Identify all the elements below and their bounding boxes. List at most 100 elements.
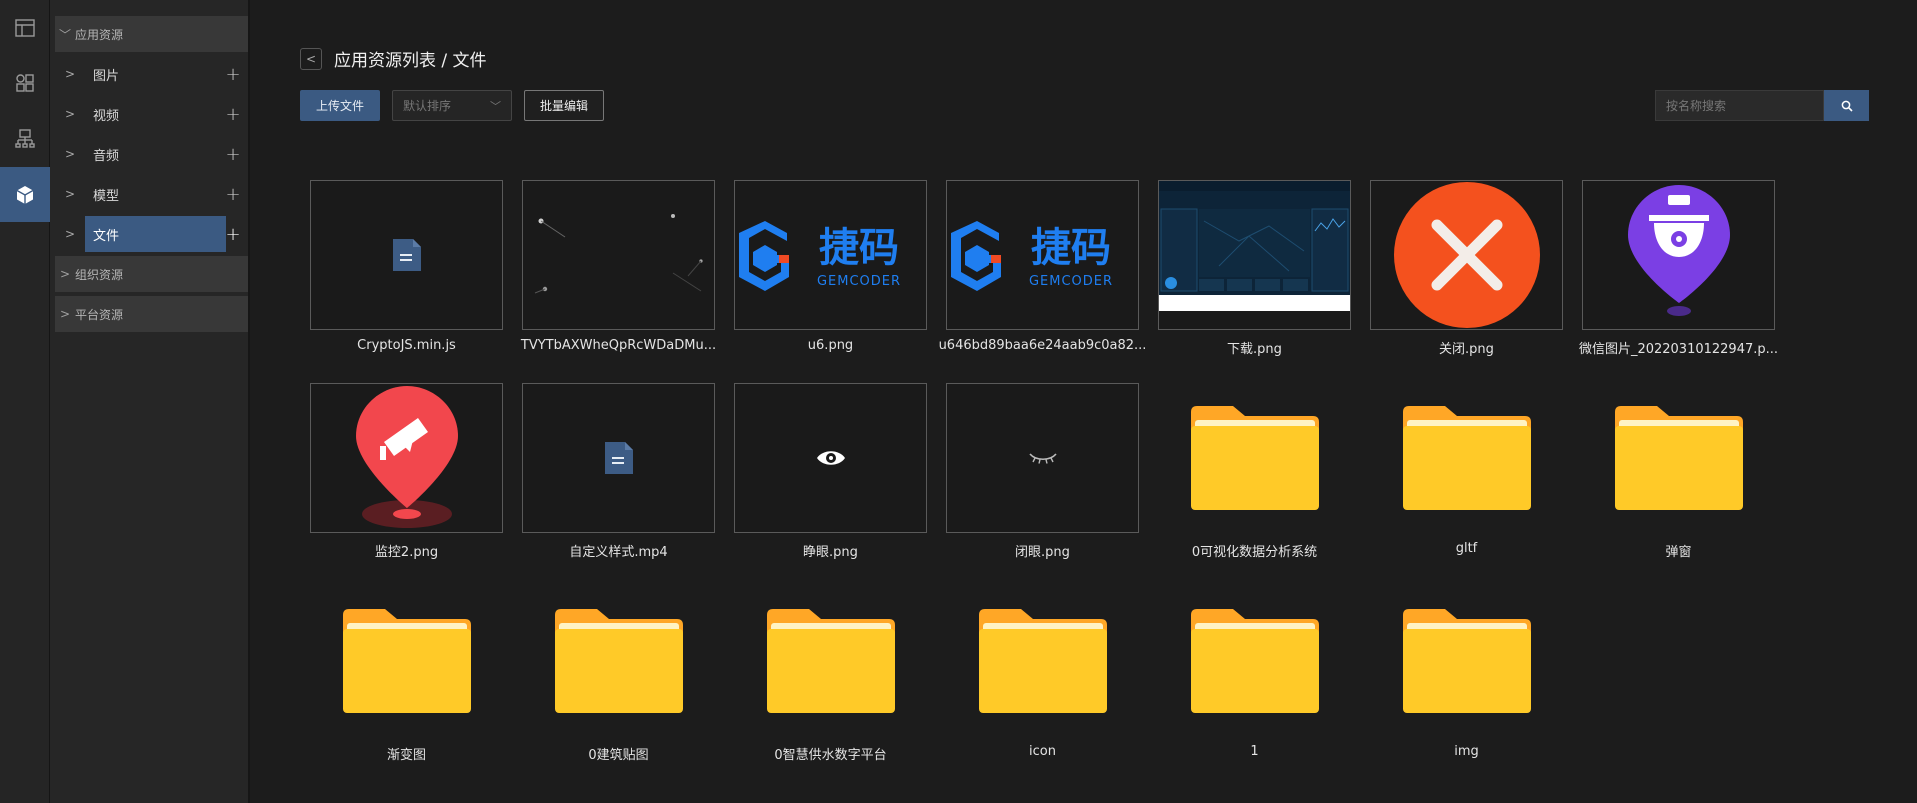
tree-item-label: 视频 <box>93 108 120 124</box>
tree-item-label: 文件 <box>93 228 120 244</box>
folder-thumbnail[interactable] <box>1158 586 1351 736</box>
tree-item-files[interactable]: > 文件 + <box>55 216 248 252</box>
folder-thumbnail[interactable] <box>522 586 715 736</box>
eye-open-icon <box>816 451 845 465</box>
tree-item-videos[interactable]: > 视频 + <box>55 96 248 132</box>
search-button[interactable] <box>1824 90 1869 121</box>
folder-icon <box>1190 406 1319 510</box>
folder-name: img <box>1454 744 1479 759</box>
tree-item-images[interactable]: > 图片 + <box>55 56 248 92</box>
file-name: 监控2.png <box>374 545 439 560</box>
add-icon[interactable]: + <box>218 104 248 125</box>
file-name: 闭眼.png <box>1015 545 1070 560</box>
file-name: 微信图片_20220310122947.p... <box>1578 342 1779 357</box>
folder-name: 渐变图 <box>386 748 426 763</box>
icon-rail <box>0 0 50 803</box>
file-name: u646bd89baa6e24aab9c0a82... <box>938 338 1147 353</box>
tree-group-org-resources[interactable]: > 组织资源 <box>55 256 248 292</box>
chevron-down-icon: ﹀ <box>58 27 71 42</box>
layout-icon[interactable] <box>0 0 50 55</box>
particles-image <box>534 214 703 294</box>
file-name: 下载.png <box>1227 342 1282 357</box>
folder-icon <box>554 609 683 713</box>
add-icon[interactable]: + <box>218 184 248 205</box>
folder-thumbnail[interactable] <box>1370 383 1563 533</box>
file-thumbnail[interactable] <box>1158 180 1351 330</box>
file-thumbnail[interactable] <box>522 180 715 330</box>
resource-tree: ﹀ 应用资源 > 图片 + > 视频 + > 音频 + > 模型 + > 文件 … <box>50 0 250 803</box>
tree-item-models[interactable]: > 模型 + <box>55 176 248 212</box>
folder-thumbnail[interactable] <box>1158 383 1351 533</box>
chevron-right-icon: > <box>65 227 76 241</box>
file-thumbnail[interactable] <box>522 383 715 533</box>
monitor-pin-icon <box>355 386 458 528</box>
file-thumbnail[interactable]: 捷码 GEMCODER <box>946 180 1139 330</box>
tree-group-label: 组织资源 <box>75 267 124 282</box>
add-icon[interactable]: + <box>218 64 248 85</box>
chevron-right-icon: > <box>59 267 71 281</box>
tree-item-label: 音频 <box>93 148 120 164</box>
file-thumbnail[interactable] <box>310 180 503 330</box>
document-icon <box>604 442 633 474</box>
cube-icon[interactable] <box>0 167 50 222</box>
tree-group-label: 平台资源 <box>75 307 124 322</box>
folder-icon <box>978 609 1107 713</box>
document-icon <box>392 239 421 271</box>
batch-edit-button[interactable]: 批量编辑 <box>524 90 604 121</box>
file-thumbnail[interactable]: 捷码 GEMCODER <box>734 180 927 330</box>
gemcoder-logo: 捷码 GEMCODER <box>951 221 1113 291</box>
chevron-left-icon: < <box>305 52 317 66</box>
search-input[interactable] <box>1655 90 1824 121</box>
file-thumbnail[interactable] <box>1582 180 1775 330</box>
chevron-right-icon: > <box>59 307 71 321</box>
add-icon[interactable]: + <box>218 144 248 165</box>
tree-item-label: 模型 <box>93 188 120 204</box>
file-name: CryptoJS.min.js <box>357 338 456 353</box>
dashboard-screenshot <box>1159 181 1350 311</box>
tree-item-label: 图片 <box>93 68 120 84</box>
folder-icon <box>766 609 895 713</box>
folder-icon <box>1402 406 1531 510</box>
svg-text:GEMCODER: GEMCODER <box>1029 274 1113 289</box>
chevron-right-icon: > <box>65 147 76 161</box>
add-icon[interactable]: + <box>218 224 248 245</box>
page-title: 应用资源列表 / 文件 <box>334 51 487 71</box>
tree-item-audio[interactable]: > 音频 + <box>55 136 248 172</box>
folder-thumbnail[interactable] <box>1370 586 1563 736</box>
file-thumbnail[interactable] <box>946 383 1139 533</box>
file-name: 关闭.png <box>1439 342 1494 357</box>
chevron-right-icon: > <box>65 67 76 81</box>
tree-group-label: 应用资源 <box>75 27 124 42</box>
sitemap-icon[interactable] <box>0 110 50 165</box>
camera-pin-icon <box>1627 185 1730 316</box>
folder-thumbnail[interactable] <box>734 586 927 736</box>
tree-group-app-resources[interactable]: ﹀ 应用资源 <box>55 16 248 52</box>
search-box <box>1655 90 1869 121</box>
tree-group-platform-resources[interactable]: > 平台资源 <box>55 296 248 332</box>
apps-icon[interactable] <box>0 55 50 110</box>
folder-icon <box>1190 609 1319 713</box>
file-thumbnail[interactable] <box>734 383 927 533</box>
sort-placeholder: 默认排序 <box>403 99 452 113</box>
upload-file-button[interactable]: 上传文件 <box>300 90 380 121</box>
folder-icon <box>1402 609 1531 713</box>
chevron-right-icon: > <box>65 107 76 121</box>
file-thumbnail[interactable] <box>310 383 503 533</box>
folder-thumbnail[interactable] <box>946 586 1139 736</box>
back-button[interactable]: < <box>300 48 322 70</box>
gemcoder-logo: 捷码 GEMCODER <box>739 221 901 291</box>
folder-name: gltf <box>1455 541 1478 556</box>
chevron-right-icon: > <box>65 187 76 201</box>
file-name: 自定义样式.mp4 <box>569 545 668 560</box>
folder-name: 1 <box>1250 744 1259 759</box>
folder-thumbnail[interactable] <box>310 586 503 736</box>
svg-text:捷码: 捷码 <box>1031 225 1111 271</box>
folder-name: icon <box>1029 744 1056 759</box>
folder-thumbnail[interactable] <box>1582 383 1775 533</box>
svg-text:GEMCODER: GEMCODER <box>817 274 901 289</box>
sort-select[interactable]: 默认排序 ﹀ <box>392 90 512 121</box>
file-name: 睁眼.png <box>803 545 858 560</box>
folder-icon <box>342 609 471 713</box>
folder-icon <box>1614 406 1743 510</box>
file-thumbnail[interactable] <box>1370 180 1563 330</box>
